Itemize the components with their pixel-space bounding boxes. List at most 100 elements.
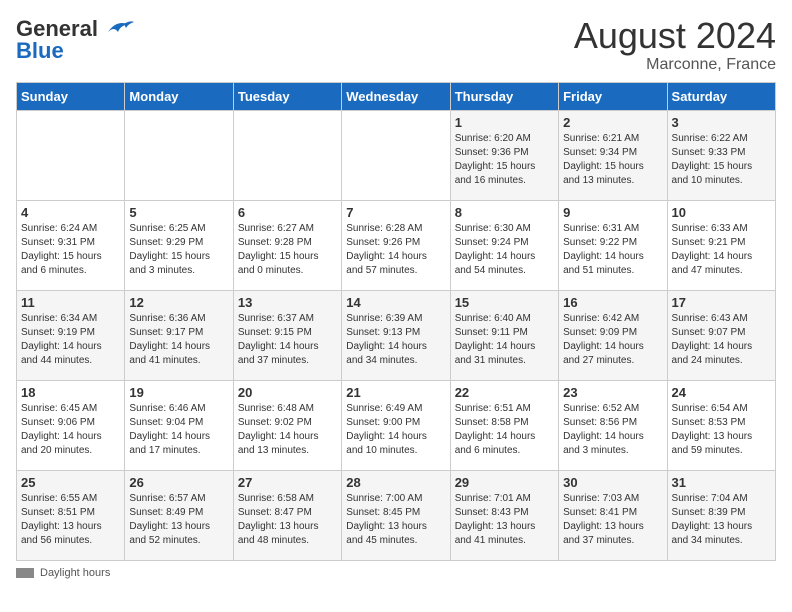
calendar-day-cell: 25Sunrise: 6:55 AM Sunset: 8:51 PM Dayli… [17,470,125,560]
day-number: 27 [238,475,337,490]
calendar-day-header: Sunday [17,82,125,110]
day-number: 14 [346,295,445,310]
day-number: 11 [21,295,120,310]
calendar-day-cell: 27 Sunrise: 6:58 AM Sunset: 8:47 PM Dayli… [233,470,341,560]
day-number: 23 [563,385,662,400]
day-info: Sunrise: 6:51 AM Sunset: 8:58 PM Dayligh… [455,402,554,458]
day-number: 22 [455,385,554,400]
day-info: Sunrise: 6:58 AM Sunset: 8:47 PM Dayligh… [238,492,337,548]
day-info: Sunrise: 6:33 AM Sunset: 9:21 PM Dayligh… [672,222,771,278]
day-info: Sunrise: 6:48 AM Sunset: 9:02 PM Dayligh… [238,402,337,458]
day-number: 20 [238,385,337,400]
calendar-day-cell: 8 Sunrise: 6:30 AM Sunset: 9:24 PM Daylig… [450,200,558,290]
calendar-day-header: Thursday [450,82,558,110]
calendar-day-cell: 13 Sunrise: 6:37 AM Sunset: 9:15 PM Dayli… [233,290,341,380]
page-header: General Blue August 2024 Marconne, Franc… [16,16,776,74]
calendar-day-cell: 11Sunrise: 6:34 AM Sunset: 9:19 PM Dayli… [17,290,125,380]
day-number: 29 [455,475,554,490]
footer-note: Daylight hours [16,567,776,579]
day-info: Sunrise: 6:28 AM Sunset: 9:26 PM Dayligh… [346,222,445,278]
day-number: 26 [129,475,228,490]
logo: General Blue [16,16,134,64]
day-number: 8 [455,205,554,220]
logo-text-blue: Blue [16,38,64,64]
day-info: Sunrise: 6:49 AM Sunset: 9:00 PM Dayligh… [346,402,445,458]
daylight-label: Daylight hours [40,567,110,579]
day-info: Sunrise: 6:22 AM Sunset: 9:33 PM Dayligh… [672,132,771,188]
calendar-day-header: Monday [125,82,233,110]
calendar-day-cell: 14 Sunrise: 6:39 AM Sunset: 9:13 PM Dayli… [342,290,450,380]
day-number: 2 [563,115,662,130]
calendar-day-cell: 21 Sunrise: 6:49 AM Sunset: 9:00 PM Dayli… [342,380,450,470]
calendar-day-cell: 1Sunrise: 6:20 AM Sunset: 9:36 PM Daylig… [450,110,558,200]
day-number: 12 [129,295,228,310]
day-number: 19 [129,385,228,400]
calendar-day-cell: 23 Sunrise: 6:52 AM Sunset: 8:56 PM Dayli… [559,380,667,470]
calendar-day-header: Friday [559,82,667,110]
day-info: Sunrise: 6:54 AM Sunset: 8:53 PM Dayligh… [672,402,771,458]
calendar-day-cell: 18 Sunrise: 6:45 AM Sunset: 9:06 PM Dayli… [17,380,125,470]
calendar-day-cell: 5 Sunrise: 6:25 AM Sunset: 9:29 PM Daylig… [125,200,233,290]
calendar-day-cell: 20 Sunrise: 6:48 AM Sunset: 9:02 PM Dayli… [233,380,341,470]
day-info: Sunrise: 6:43 AM Sunset: 9:07 PM Dayligh… [672,312,771,368]
calendar-day-cell: 30Sunrise: 7:03 AM Sunset: 8:41 PM Dayli… [559,470,667,560]
day-number: 7 [346,205,445,220]
day-number: 30 [563,475,662,490]
day-info: Sunrise: 6:42 AM Sunset: 9:09 PM Dayligh… [563,312,662,368]
calendar-week-row: 11Sunrise: 6:34 AM Sunset: 9:19 PM Dayli… [17,290,776,380]
calendar-day-cell: 31Sunrise: 7:04 AM Sunset: 8:39 PM Dayli… [667,470,775,560]
day-info: Sunrise: 6:30 AM Sunset: 9:24 PM Dayligh… [455,222,554,278]
logo-bird-icon [98,18,134,40]
calendar-day-cell: 6Sunrise: 6:27 AM Sunset: 9:28 PM Daylig… [233,200,341,290]
day-info: Sunrise: 6:39 AM Sunset: 9:13 PM Dayligh… [346,312,445,368]
calendar-day-cell: 24 Sunrise: 6:54 AM Sunset: 8:53 PM Dayli… [667,380,775,470]
calendar-day-cell [342,110,450,200]
calendar-day-cell: 7 Sunrise: 6:28 AM Sunset: 9:26 PM Daylig… [342,200,450,290]
calendar-day-cell: 28Sunrise: 7:00 AM Sunset: 8:45 PM Dayli… [342,470,450,560]
location: Marconne, France [574,56,776,74]
day-number: 13 [238,295,337,310]
day-info: Sunrise: 7:01 AM Sunset: 8:43 PM Dayligh… [455,492,554,548]
day-number: 16 [563,295,662,310]
calendar-day-cell: 12Sunrise: 6:36 AM Sunset: 9:17 PM Dayli… [125,290,233,380]
calendar-day-cell [125,110,233,200]
calendar-day-cell [233,110,341,200]
day-info: Sunrise: 6:31 AM Sunset: 9:22 PM Dayligh… [563,222,662,278]
day-number: 9 [563,205,662,220]
day-number: 1 [455,115,554,130]
calendar-day-cell: 16 Sunrise: 6:42 AM Sunset: 9:09 PM Dayli… [559,290,667,380]
calendar-day-cell: 4 Sunrise: 6:24 AM Sunset: 9:31 PM Daylig… [17,200,125,290]
calendar-day-cell: 3 Sunrise: 6:22 AM Sunset: 9:33 PM Daylig… [667,110,775,200]
day-info: Sunrise: 6:40 AM Sunset: 9:11 PM Dayligh… [455,312,554,368]
day-info: Sunrise: 6:52 AM Sunset: 8:56 PM Dayligh… [563,402,662,458]
calendar-day-cell: 17Sunrise: 6:43 AM Sunset: 9:07 PM Dayli… [667,290,775,380]
calendar-day-cell: 26Sunrise: 6:57 AM Sunset: 8:49 PM Dayli… [125,470,233,560]
day-info: Sunrise: 7:00 AM Sunset: 8:45 PM Dayligh… [346,492,445,548]
day-number: 24 [672,385,771,400]
calendar-day-cell [17,110,125,200]
calendar-day-header: Tuesday [233,82,341,110]
day-number: 18 [21,385,120,400]
day-number: 3 [672,115,771,130]
day-number: 4 [21,205,120,220]
day-number: 5 [129,205,228,220]
day-number: 10 [672,205,771,220]
day-info: Sunrise: 6:46 AM Sunset: 9:04 PM Dayligh… [129,402,228,458]
day-number: 21 [346,385,445,400]
day-info: Sunrise: 6:45 AM Sunset: 9:06 PM Dayligh… [21,402,120,458]
day-number: 6 [238,205,337,220]
day-info: Sunrise: 6:21 AM Sunset: 9:34 PM Dayligh… [563,132,662,188]
day-info: Sunrise: 6:25 AM Sunset: 9:29 PM Dayligh… [129,222,228,278]
calendar-day-cell: 22 Sunrise: 6:51 AM Sunset: 8:58 PM Dayli… [450,380,558,470]
calendar-day-header: Saturday [667,82,775,110]
calendar-week-row: 4 Sunrise: 6:24 AM Sunset: 9:31 PM Daylig… [17,200,776,290]
calendar-week-row: 1Sunrise: 6:20 AM Sunset: 9:36 PM Daylig… [17,110,776,200]
calendar-day-cell: 9 Sunrise: 6:31 AM Sunset: 9:22 PM Daylig… [559,200,667,290]
day-number: 31 [672,475,771,490]
daylight-rect-icon [16,568,34,578]
calendar-day-header: Wednesday [342,82,450,110]
day-info: Sunrise: 6:24 AM Sunset: 9:31 PM Dayligh… [21,222,120,278]
day-info: Sunrise: 6:37 AM Sunset: 9:15 PM Dayligh… [238,312,337,368]
calendar-day-cell: 29 Sunrise: 7:01 AM Sunset: 8:43 PM Dayli… [450,470,558,560]
day-number: 25 [21,475,120,490]
